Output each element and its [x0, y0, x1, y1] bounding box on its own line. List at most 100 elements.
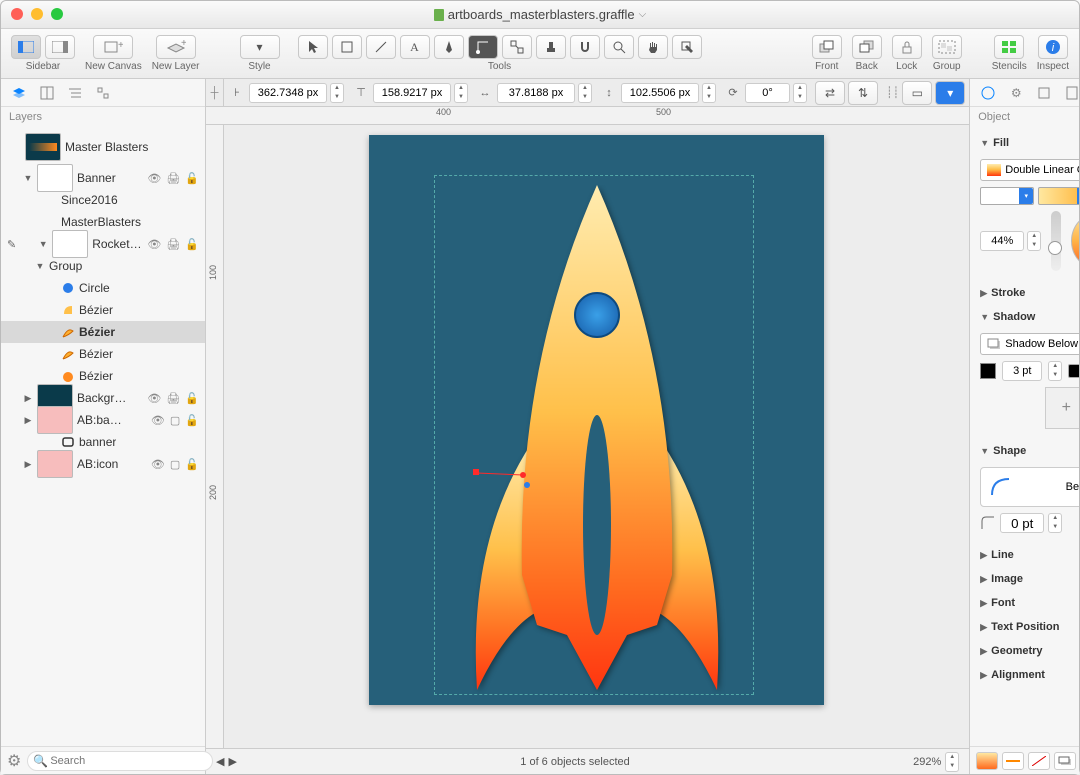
rot-input[interactable]	[745, 83, 790, 103]
close-window-button[interactable]	[11, 8, 23, 20]
layer-row[interactable]: ▼Group	[1, 255, 205, 277]
tool-shape[interactable]	[332, 35, 362, 59]
rocket-shape[interactable]	[427, 185, 767, 695]
layer-row[interactable]: Since2016	[1, 189, 205, 211]
align-button[interactable]: ▭	[902, 81, 932, 105]
fill-swatch-1[interactable]: ▾	[980, 187, 1034, 205]
flip-h-button[interactable]: ⇄	[815, 81, 845, 105]
tool-select[interactable]	[298, 35, 328, 59]
shape-type-box[interactable]: Bezier	[980, 467, 1079, 507]
front-button[interactable]	[812, 35, 842, 59]
guides-tab-icon[interactable]	[37, 84, 57, 102]
fill-section-header[interactable]: ▼Fill	[980, 131, 1079, 155]
gear-icon[interactable]: ⚙	[7, 751, 21, 771]
tool-text[interactable]: A	[400, 35, 430, 59]
prev-canvas-button[interactable]: ◀	[216, 755, 224, 768]
sidebar-toggle-left[interactable]	[11, 35, 41, 59]
layer-row[interactable]: Bézier	[1, 299, 205, 321]
new-layer-button[interactable]: +	[156, 35, 196, 59]
layer-row[interactable]: ▶AB:ba…👁▢🔓	[1, 409, 205, 431]
tray-fill-button[interactable]	[976, 752, 998, 770]
w-stepper[interactable]: ▲▼	[578, 83, 592, 103]
shadow-blur-input[interactable]	[1002, 361, 1042, 381]
chevron-down-icon[interactable]: ⌵	[639, 9, 647, 20]
tool-line[interactable]	[366, 35, 396, 59]
layer-row[interactable]: Master Blasters	[1, 127, 205, 167]
image-section-header[interactable]: ▶Image	[980, 567, 1079, 591]
stencils-button[interactable]	[994, 35, 1024, 59]
tool-pen[interactable]	[434, 35, 464, 59]
tool-stamp[interactable]	[536, 35, 566, 59]
x-stepper[interactable]: ▲▼	[330, 83, 344, 103]
fill-swatch-2[interactable]: ▾	[1038, 187, 1079, 205]
align-drop[interactable]: ▾	[935, 81, 965, 105]
tray-stroke-button[interactable]	[1002, 752, 1024, 770]
maximize-window-button[interactable]	[51, 8, 63, 20]
tool-action[interactable]	[672, 35, 702, 59]
tool-magnet[interactable]	[570, 35, 600, 59]
w-input[interactable]	[497, 83, 575, 103]
rot-stepper[interactable]: ▲▼	[793, 83, 807, 103]
next-canvas-button[interactable]: ▶	[228, 755, 236, 768]
fill-percent-stepper[interactable]: ▲▼	[1027, 231, 1041, 251]
y-input[interactable]	[373, 83, 451, 103]
flip-v-button[interactable]: ⇅	[848, 81, 878, 105]
x-input[interactable]	[249, 83, 327, 103]
tool-hand[interactable]	[638, 35, 668, 59]
corner-stepper[interactable]: ▲▼	[1048, 513, 1062, 533]
object-inspector-tab[interactable]	[978, 84, 998, 102]
tray-shadow-button[interactable]	[1054, 752, 1076, 770]
layer-row[interactable]: ▼Banner👁🖨🔓	[1, 167, 205, 189]
line-section-header[interactable]: ▶Line	[980, 543, 1079, 567]
layer-row[interactable]: ▶Backgr…👁🖨🔓	[1, 387, 205, 409]
canvas-inspector-tab[interactable]	[1034, 84, 1054, 102]
fill-type-select[interactable]: Double Linear Gradient▴▾	[980, 159, 1079, 181]
layer-row[interactable]: Bézier	[1, 343, 205, 365]
layer-row[interactable]: ▶AB:icon👁▢🔓	[1, 453, 205, 475]
zoom-stepper[interactable]: ▲▼	[945, 752, 959, 772]
lock-button[interactable]	[892, 35, 922, 59]
layer-row[interactable]: Circle	[1, 277, 205, 299]
selection-tab-icon[interactable]	[93, 84, 113, 102]
text-position-section-header[interactable]: ▶Text Position	[980, 615, 1079, 639]
canvas-stage[interactable]	[224, 125, 969, 748]
group-button[interactable]	[932, 35, 962, 59]
outline-tab-icon[interactable]	[65, 84, 85, 102]
sidebar-toggle-right[interactable]	[45, 35, 75, 59]
tool-diagram[interactable]	[502, 35, 532, 59]
alignment-section-header[interactable]: ▶Alignment	[980, 663, 1079, 687]
shadow-color-swatch[interactable]	[980, 363, 996, 379]
h-input[interactable]	[621, 83, 699, 103]
y-stepper[interactable]: ▲▼	[454, 83, 468, 103]
layer-row[interactable]: Bézier	[1, 321, 205, 343]
layer-search-input[interactable]	[27, 751, 213, 771]
shape-section-header[interactable]: ▼Shape	[980, 439, 1079, 463]
properties-inspector-tab[interactable]: ⚙	[1006, 84, 1026, 102]
stroke-section-header[interactable]: ▶Stroke	[980, 281, 1079, 305]
geometry-section-header[interactable]: ▶Geometry	[980, 639, 1079, 663]
fill-midpoint-slider[interactable]	[1051, 211, 1061, 271]
back-button[interactable]	[852, 35, 882, 59]
layer-row[interactable]: banner	[1, 431, 205, 453]
fill-percent-input[interactable]	[980, 231, 1024, 251]
document-inspector-tab[interactable]	[1062, 84, 1079, 102]
shadow-section-header[interactable]: ▼Shadow	[980, 305, 1079, 329]
tray-image-button[interactable]	[1028, 752, 1050, 770]
layer-row[interactable]: ✎▼Rocket…👁🖨🔓	[1, 233, 205, 255]
artboard[interactable]	[369, 135, 824, 705]
corner-radius-input[interactable]	[1000, 513, 1044, 533]
new-canvas-button[interactable]: +	[93, 35, 133, 59]
zoom-value[interactable]: 292%	[913, 756, 941, 768]
inspect-button[interactable]: i	[1038, 35, 1068, 59]
shadow-type-select[interactable]: Shadow Below Layer▴▾	[980, 333, 1079, 355]
shadow-offset-pad[interactable]: +	[1045, 387, 1079, 429]
font-section-header[interactable]: ▶Font	[980, 591, 1079, 615]
style-button[interactable]: ▾	[240, 35, 280, 59]
tool-zoom[interactable]	[604, 35, 634, 59]
layers-tab-icon[interactable]	[9, 84, 29, 102]
minimize-window-button[interactable]	[31, 8, 43, 20]
layers-tree[interactable]: Master Blasters▼Banner👁🖨🔓Since2016Master…	[1, 127, 205, 746]
gradient-angle-wheel[interactable]: 90°	[1071, 211, 1079, 271]
shadow-blur-stepper[interactable]: ▲▼	[1048, 361, 1062, 381]
layer-row[interactable]: Bézier	[1, 365, 205, 387]
